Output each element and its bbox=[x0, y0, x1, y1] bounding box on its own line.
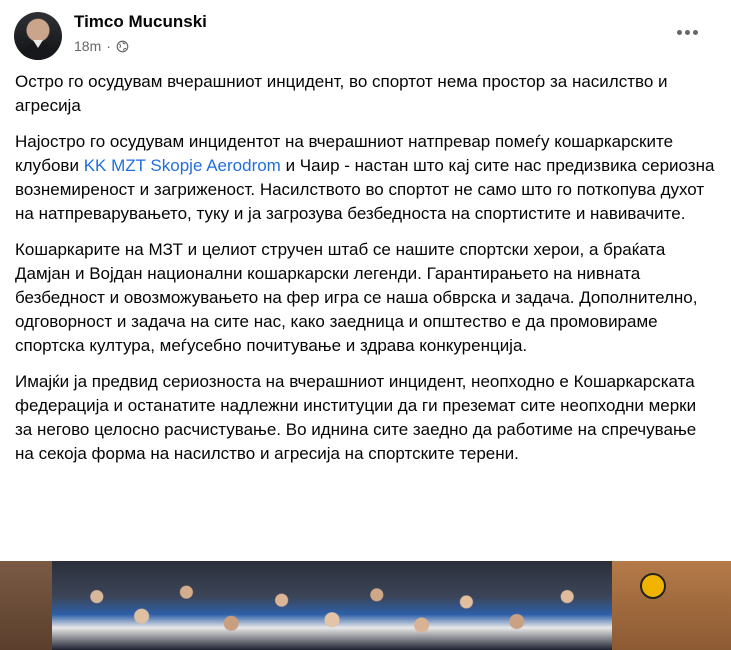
post-time[interactable]: 18m bbox=[74, 38, 101, 54]
post-paragraph-2: Најостро го осудувам инцидентот на вчера… bbox=[15, 130, 715, 226]
more-dot bbox=[684, 29, 690, 35]
meta-separator: · bbox=[106, 38, 111, 54]
post-meta: 18m · bbox=[74, 38, 129, 54]
globe-icon[interactable] bbox=[116, 40, 129, 53]
page-mention-link[interactable]: KK MZT Skopje Aerodrom bbox=[84, 156, 281, 175]
post-header: Timco Mucunski 18m · bbox=[14, 12, 714, 60]
post-paragraph-3: Кошаркарите на МЗТ и целиот стручен штаб… bbox=[15, 240, 698, 355]
photo-sign bbox=[640, 573, 666, 599]
more-options-icon[interactable] bbox=[672, 22, 702, 42]
photo-left-panel bbox=[0, 561, 52, 650]
post-text: Остро го осудувам вчерашниот инцидент, в… bbox=[15, 70, 715, 478]
post-photo[interactable] bbox=[0, 561, 731, 650]
more-dot bbox=[676, 29, 682, 35]
author-name[interactable]: Timco Mucunski bbox=[74, 12, 207, 32]
author-avatar[interactable] bbox=[14, 12, 62, 60]
post-paragraph-1: Остро го осудувам вчерашниот инцидент, в… bbox=[15, 72, 668, 115]
photo-crowd bbox=[52, 561, 612, 650]
more-dot bbox=[692, 29, 698, 35]
post-paragraph-4: Имајќи ја предвид сериозноста на вчерашн… bbox=[15, 372, 697, 463]
photo-right-panel bbox=[612, 561, 731, 650]
